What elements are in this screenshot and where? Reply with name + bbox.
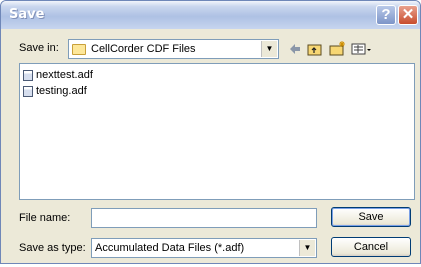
save-button[interactable]: Save [331,207,411,227]
file-name-field[interactable] [91,208,317,228]
save-in-dropdown[interactable]: CellCorder CDF Files ▼ [68,39,279,59]
file-icon [23,86,33,97]
file-name-text: nexttest.adf [36,69,93,81]
folder-icon [72,44,86,55]
save-in-value: CellCorder CDF Files [91,43,196,55]
new-folder-icon[interactable] [329,40,347,58]
window-title: Save [9,7,45,22]
title-bar[interactable]: Save ? ✕ [1,1,420,29]
back-icon[interactable] [287,40,303,58]
save-dialog: Save ? ✕ Save in: CellCorder CDF Files ▼… [0,0,421,264]
chevron-down-icon[interactable]: ▼ [261,41,277,57]
help-button[interactable]: ? [376,5,396,25]
up-folder-icon[interactable] [307,40,323,58]
file-list[interactable]: nexttest.adf testing.adf [19,63,415,200]
file-name-label: File name: [19,212,71,224]
view-menu-icon[interactable] [351,40,373,58]
file-icon [23,70,33,81]
chevron-down-icon[interactable]: ▼ [299,240,315,256]
save-as-type-label: Save as type: [19,242,86,254]
save-in-label: Save in: [19,42,59,54]
save-as-type-dropdown[interactable]: Accumulated Data Files (*.adf) ▼ [91,238,317,258]
file-name-text: testing.adf [36,85,87,97]
save-as-type-value: Accumulated Data Files (*.adf) [95,242,245,254]
close-button[interactable]: ✕ [398,5,418,25]
cancel-button[interactable]: Cancel [331,237,411,257]
